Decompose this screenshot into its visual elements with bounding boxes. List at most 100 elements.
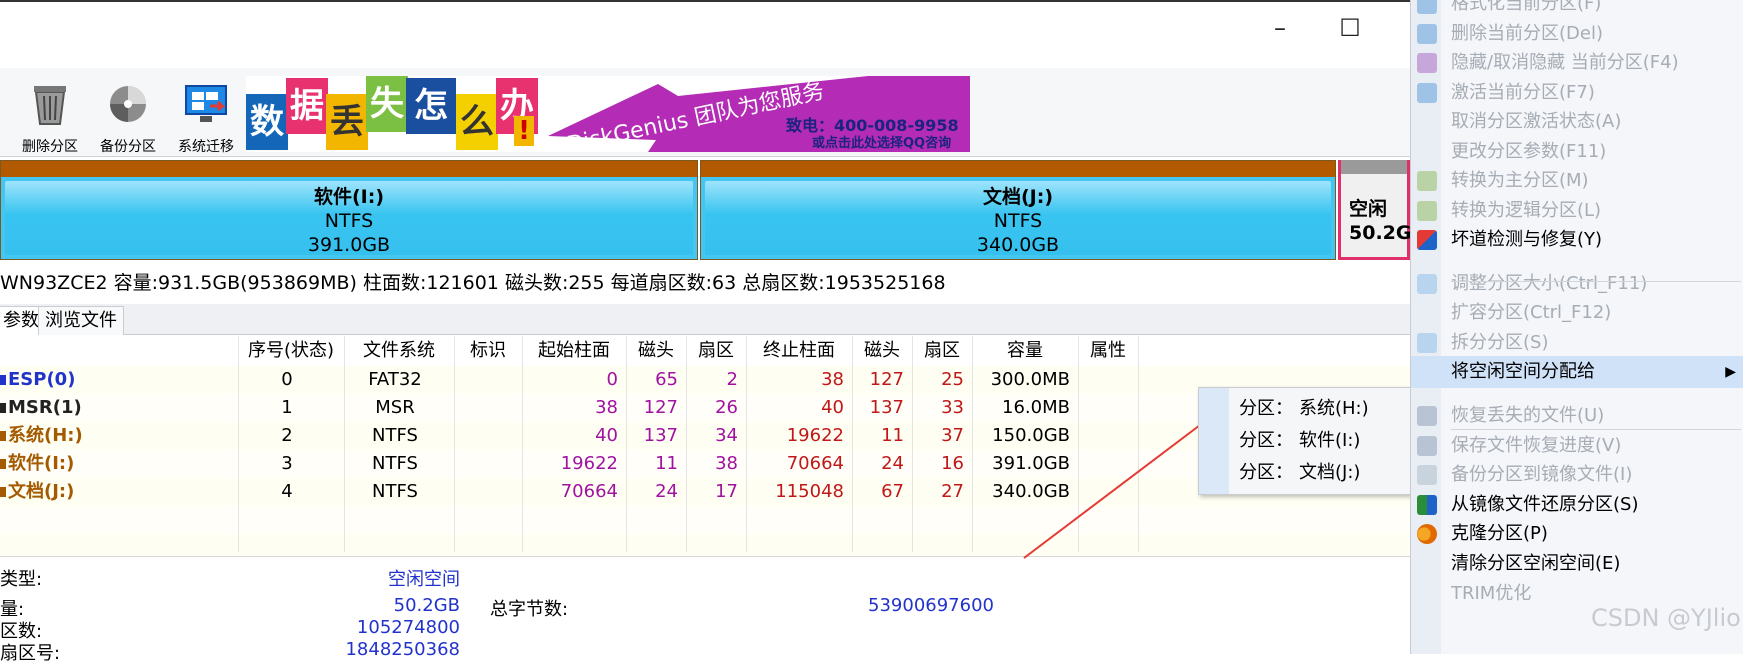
menu-item-18[interactable]: 克隆分区(P)	[1411, 518, 1743, 550]
capacity-value: 50.2GB	[393, 595, 460, 616]
banner-tile: !	[514, 116, 534, 146]
menu-item-label: 删除当前分区(Del)	[1451, 23, 1603, 44]
partition-name-cell: 软件(I:)	[8, 453, 75, 474]
column-header[interactable]: 标识	[454, 336, 522, 366]
partition-context-menu: 格式化当前分区(F) 删除当前分区(Del) 隐藏/取消隐藏 当前分区(F4) 激活当…	[1410, 0, 1743, 654]
table-cell-start-cyl: 70664	[560, 481, 618, 502]
watermark: CSDN @YJlio	[1591, 604, 1741, 632]
column-header[interactable]: 磁头	[852, 336, 912, 366]
minimize-button[interactable]: –	[1256, 12, 1304, 44]
activate-icon	[1417, 83, 1437, 103]
total-bytes-value: 53900697600	[868, 595, 994, 616]
hide-icon	[1417, 53, 1437, 73]
table-cell-end-head: 24	[881, 453, 904, 474]
menu-item-5[interactable]: 取消分区激活状态(A)	[1411, 106, 1743, 138]
format-icon	[1417, 0, 1437, 14]
banner-tile: 数	[246, 94, 288, 150]
maximize-icon: ☐	[1339, 14, 1361, 42]
partition-row-icon	[0, 459, 6, 469]
menu-item-16[interactable]: 备份分区到镜像文件(I)	[1411, 459, 1743, 491]
menu-item-7[interactable]: 转换为主分区(M)	[1411, 165, 1743, 197]
menu-item-6[interactable]: 更改分区参数(F11)	[1411, 136, 1743, 168]
tab-browse-files[interactable]: 浏览文件	[38, 306, 124, 335]
column-header[interactable]: 终止柱面	[746, 336, 852, 366]
table-cell-start-head: 11	[655, 453, 678, 474]
partition-row-icon	[0, 375, 6, 385]
column-header[interactable]: 属性	[1078, 336, 1138, 366]
partition-fs: NTFS	[993, 210, 1043, 232]
trash-icon	[34, 86, 66, 125]
column-header[interactable]: 扇区	[686, 336, 746, 366]
table-cell-fs: FAT32	[368, 369, 422, 390]
table-cell-index: 1	[281, 397, 293, 418]
menu-item-3[interactable]: 隐藏/取消隐藏 当前分区(F4)	[1411, 47, 1743, 79]
table-cell-index: 2	[281, 425, 293, 446]
menu-item-label: 克隆分区(P)	[1451, 523, 1548, 544]
banner-tile: 据	[286, 78, 328, 134]
menu-item-10[interactable]: 调整分区大小(Ctrl_F11)	[1411, 268, 1743, 300]
menu-item-4[interactable]: 激活当前分区(F7)	[1411, 77, 1743, 109]
submenu-item-system-h[interactable]: 分区： 系统(H:)	[1239, 394, 1369, 424]
menu-item-1[interactable]: 格式化当前分区(F)	[1411, 0, 1743, 20]
table-cell-start-cyl: 40	[595, 425, 618, 446]
menu-item-13[interactable]: 将空闲空间分配给 ▶	[1411, 356, 1743, 388]
menu-item-14[interactable]: 恢复丢失的文件(U)	[1411, 400, 1743, 432]
maximize-button[interactable]: ☐	[1326, 12, 1374, 44]
partition-name: 文档(J:)	[982, 186, 1054, 208]
menu-item-2[interactable]: 删除当前分区(Del)	[1411, 18, 1743, 50]
table-cell-end-head: 137	[869, 397, 904, 418]
partition-name: 软件(I:)	[313, 186, 385, 208]
resize-icon	[1417, 274, 1437, 294]
menu-item-9[interactable]: 坏道检测与修复(Y)	[1411, 224, 1743, 256]
system-migrate-button[interactable]: 系统迁移	[170, 74, 242, 155]
split-icon	[1417, 333, 1437, 353]
table-cell-start-sec: 34	[715, 425, 738, 446]
submenu-arrow-icon: ▶	[1725, 364, 1736, 380]
column-header[interactable]: 容量	[972, 336, 1078, 366]
sector-count-value: 105274800	[356, 617, 460, 638]
column-header[interactable]: 序号(状态)	[238, 336, 344, 366]
partition-block-software[interactable]: 软件(I:) NTFS 391.0GB	[0, 160, 698, 260]
backup-image-icon	[1417, 465, 1437, 485]
menu-item-label: 取消分区激活状态(A)	[1451, 111, 1622, 132]
menu-separator	[1451, 429, 1741, 430]
partition-block-documents[interactable]: 文档(J:) NTFS 340.0GB	[700, 160, 1336, 260]
table-cell-fs: NTFS	[372, 425, 418, 446]
table-cell-start-head: 65	[655, 369, 678, 390]
column-header[interactable]: 扇区	[912, 336, 972, 366]
partition-row-icon	[0, 403, 6, 413]
table-cell-end-sec: 27	[941, 481, 964, 502]
menu-item-label: 扩容分区(Ctrl_F12)	[1451, 302, 1612, 323]
free-space-block[interactable]: 空闲 50.2G	[1338, 160, 1411, 260]
banner-qq-link[interactable]: 或点击此处选择QQ咨询	[812, 132, 951, 151]
delete-partition-button[interactable]: 删除分区	[14, 74, 86, 155]
tab-bar: 参数 浏览文件	[0, 304, 1410, 335]
title-bar: – ☐	[0, 0, 1410, 70]
column-header[interactable]: 文件系统	[344, 336, 454, 366]
submenu-item-software-i[interactable]: 分区： 软件(I:)	[1239, 426, 1360, 456]
submenu-item-documents-j[interactable]: 分区： 文档(J:)	[1239, 458, 1360, 488]
disk-info-line: WN93ZCE2 容量:931.5GB(953869MB) 柱面数:121601…	[0, 272, 946, 294]
partition-name-cell: 系统(H:)	[8, 425, 83, 446]
convert-primary-icon	[1417, 171, 1437, 191]
disk-partition-map: 软件(I:) NTFS 391.0GB 文档(J:) NTFS 340.0GB …	[0, 160, 1411, 260]
menu-item-19[interactable]: 清除分区空闲空间(E)	[1411, 548, 1743, 580]
column-header[interactable]: 磁头	[626, 336, 686, 366]
type-value: 空闲空间	[388, 569, 460, 590]
menu-item-17[interactable]: 从镜像文件还原分区(S)	[1411, 489, 1743, 521]
menu-item-15[interactable]: 保存文件恢复进度(V)	[1411, 430, 1743, 462]
start-sector-label: 扇区号:	[0, 643, 61, 664]
table-cell-start-sec: 38	[715, 453, 738, 474]
column-header[interactable]: 起始柱面	[522, 336, 626, 366]
menu-item-12[interactable]: 拆分分区(S)	[1411, 327, 1743, 359]
menu-item-label: 转换为主分区(M)	[1451, 170, 1589, 191]
backup-partition-button[interactable]: 备份分区	[92, 74, 164, 155]
menu-item-8[interactable]: 转换为逻辑分区(L)	[1411, 195, 1743, 227]
submenu-item-value: 系统(H:)	[1299, 398, 1369, 419]
recover-icon	[1417, 406, 1437, 426]
promo-banner[interactable]: 数 据 丢 失 怎 么 办 ! DiskGenius 团队为您服务 致电：400…	[246, 76, 970, 152]
menu-item-11[interactable]: 扩容分区(Ctrl_F12)	[1411, 297, 1743, 329]
banner-tile: 么	[456, 94, 498, 150]
menu-item-label: 恢复丢失的文件(U)	[1451, 405, 1605, 426]
banner-tile: 丢	[326, 94, 368, 150]
